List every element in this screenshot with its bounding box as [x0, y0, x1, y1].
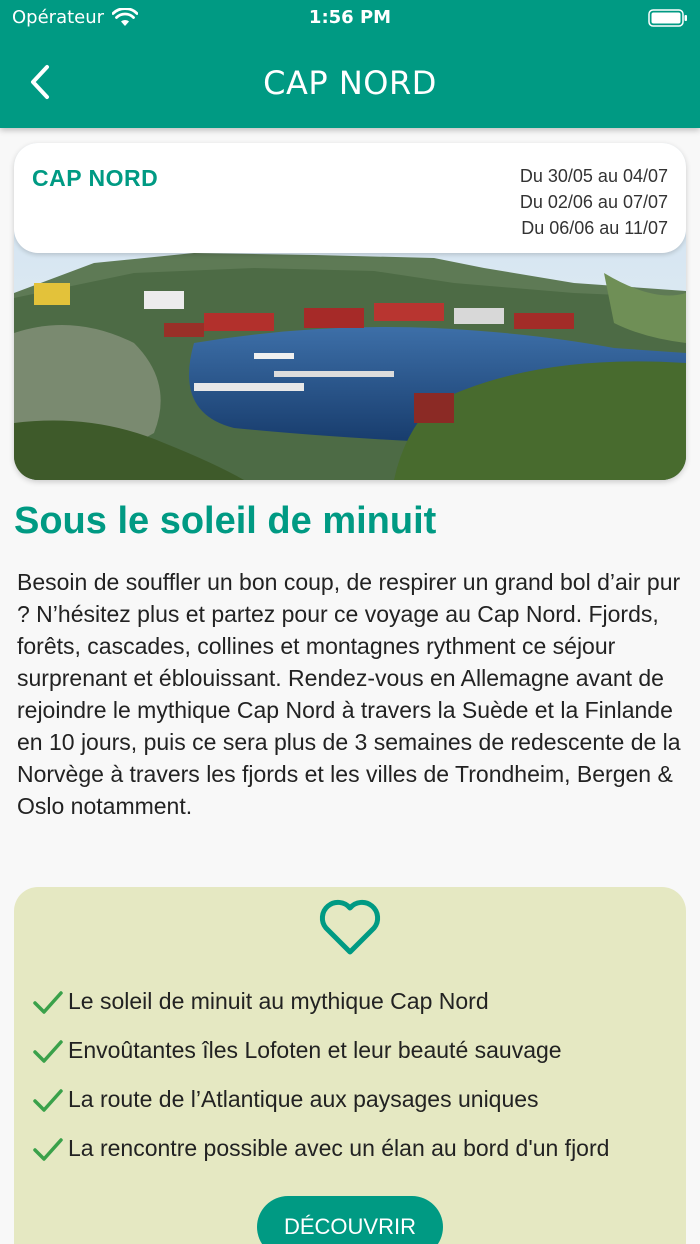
list-item: Le soleil de minuit au mythique Cap Nord	[32, 977, 672, 1026]
highlight-text: Le soleil de minuit au mythique Cap Nord	[68, 988, 489, 1014]
date-range: Du 06/06 au 11/07	[521, 218, 668, 238]
highlight-text: La route de l’Atlantique aux paysages un…	[68, 1086, 539, 1112]
highlight-text: Envoûtantes îles Lofoten et leur beauté …	[68, 1037, 562, 1063]
date-range: Du 02/06 au 07/07	[519, 192, 668, 212]
heart-icon	[319, 899, 381, 955]
page-title: CAP NORD	[263, 64, 437, 102]
highlights-list: Le soleil de minuit au mythique Cap Nord…	[32, 977, 672, 1173]
battery-icon	[648, 9, 687, 27]
list-item: La rencontre possible avec un élan au bo…	[32, 1124, 672, 1173]
status-bar: Opérateur 1:56 PM	[0, 0, 700, 36]
highlights-panel: Le soleil de minuit au mythique Cap Nord…	[14, 887, 686, 1244]
list-item: Envoûtantes îles Lofoten et leur beauté …	[32, 1026, 672, 1075]
check-icon	[33, 1039, 63, 1063]
date-range: Du 30/05 au 04/07	[519, 166, 668, 186]
nav-bar: Opérateur 1:56 PM CAP NORD	[0, 0, 700, 128]
section-heading: Sous le soleil de minuit	[14, 500, 437, 542]
check-icon	[33, 990, 63, 1014]
card-header: CAP NORD Du 30/05 au 04/07 Du 02/06 au 0…	[14, 143, 686, 253]
list-item: La route de l’Atlantique aux paysages un…	[32, 1075, 672, 1124]
trip-title: CAP NORD	[32, 165, 159, 191]
check-icon	[33, 1137, 63, 1161]
trip-card[interactable]: CAP NORD Du 30/05 au 04/07 Du 02/06 au 0…	[14, 143, 686, 480]
check-icon	[33, 1088, 63, 1112]
trip-dates: Du 30/05 au 04/07 Du 02/06 au 07/07 Du 0…	[520, 163, 668, 241]
clock: 1:56 PM	[308, 7, 392, 28]
highlight-text: La rencontre possible avec un élan au bo…	[68, 1135, 610, 1161]
discover-button[interactable]: DÉCOUVRIR	[257, 1196, 443, 1244]
trip-description: Besoin de souffler un bon coup, de respi…	[17, 569, 681, 819]
